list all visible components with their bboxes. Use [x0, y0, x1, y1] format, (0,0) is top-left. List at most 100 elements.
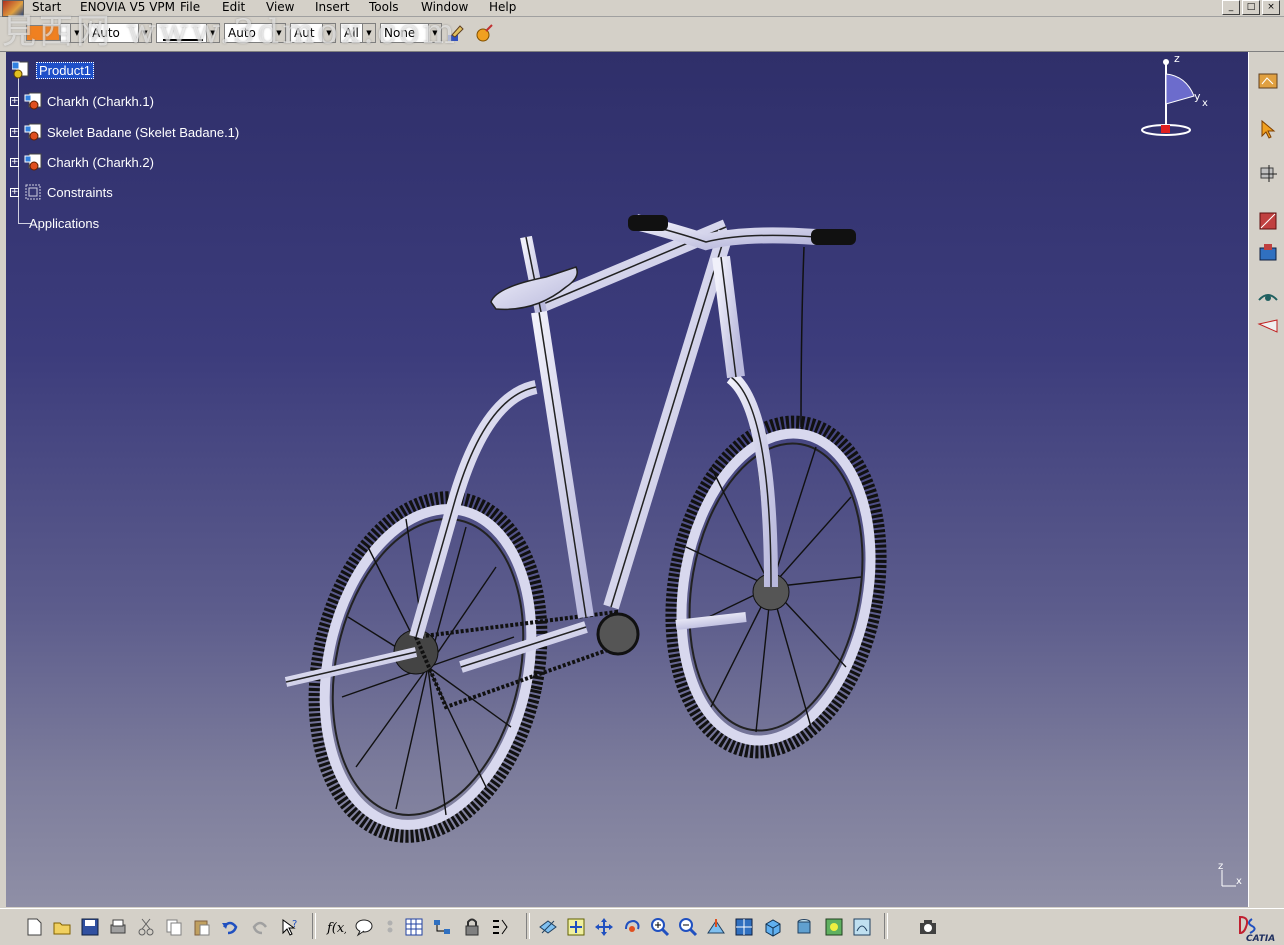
point-symbol-combo[interactable]: All ▼ [340, 23, 376, 43]
expand-icon[interactable]: + [10, 96, 19, 106]
compass-y-label: y [1194, 90, 1201, 103]
formula-icon[interactable]: f(x) [326, 917, 346, 937]
axis-indicator-icon: z x [1218, 861, 1242, 887]
tree-node-charkh-1[interactable]: + Charkh (Charkh.1) [10, 91, 154, 111]
expand-icon[interactable]: + [10, 187, 19, 197]
svg-text:?: ? [292, 919, 297, 930]
fit-all-icon[interactable] [566, 917, 586, 937]
line-type-combo[interactable]: ▼ [156, 23, 220, 43]
shading-icon[interactable] [794, 917, 814, 937]
cut-icon[interactable] [136, 917, 156, 937]
menu-help[interactable]: Help [489, 0, 516, 16]
compass-z-label: z [1174, 54, 1180, 65]
graphic-properties-icon[interactable] [474, 23, 494, 43]
menu-file[interactable]: File [180, 0, 200, 16]
minimize-button[interactable]: _ [1222, 0, 1240, 15]
normal-view-icon[interactable] [706, 917, 726, 937]
part-instance-icon [24, 92, 42, 110]
mini-axis-x-label: x [1236, 876, 1242, 887]
sensor-icon[interactable] [380, 917, 400, 937]
layer-combo[interactable]: None ▼ [380, 23, 442, 43]
toolbar-separator [526, 913, 530, 939]
product-structure-icon[interactable] [1257, 70, 1279, 92]
tree-node-charkh-2[interactable]: + Charkh (Charkh.2) [10, 152, 154, 172]
expand-icon[interactable]: + [10, 127, 19, 137]
hide-show-icon[interactable] [824, 917, 844, 937]
menu-enovia[interactable]: ENOVIA V5 VPM [80, 0, 175, 16]
tree-label[interactable]: Charkh (Charkh.1) [47, 94, 154, 109]
tree-label[interactable]: Constraints [47, 185, 113, 200]
comment-icon[interactable] [354, 917, 374, 937]
table-icon[interactable] [404, 917, 424, 937]
catia-logo-text: CATIA [1246, 934, 1275, 943]
open-folder-icon[interactable] [52, 917, 72, 937]
zoom-out-icon[interactable] [678, 917, 698, 937]
chevron-down-icon: ▼ [138, 24, 151, 42]
bicycle-3d-model[interactable] [256, 147, 896, 847]
menu-start[interactable]: Start [32, 0, 61, 16]
iso-view-icon[interactable] [762, 917, 782, 937]
tree-label[interactable]: Charkh (Charkh.2) [47, 155, 154, 170]
lock-icon[interactable] [462, 917, 482, 937]
line-sample [163, 39, 203, 41]
menu-insert[interactable]: Insert [315, 0, 349, 16]
tree-structure-icon[interactable] [432, 917, 452, 937]
tree-label[interactable]: Applications [29, 216, 99, 231]
compass-icon[interactable]: z y x [1136, 54, 1226, 142]
line-thickness-combo[interactable]: Auto ▼ [224, 23, 286, 43]
explode-icon[interactable] [1257, 242, 1279, 264]
menu-view[interactable]: View [266, 0, 294, 16]
snap-icon[interactable] [1257, 210, 1279, 232]
new-file-icon[interactable] [24, 917, 44, 937]
mini-axis-z-label: z [1218, 861, 1223, 872]
copy-icon[interactable] [164, 917, 184, 937]
multi-view-icon[interactable] [734, 917, 754, 937]
fill-color-dropdown[interactable]: ▼ [60, 23, 84, 43]
zoom-in-icon[interactable] [650, 917, 670, 937]
menu-tools[interactable]: Tools [369, 0, 399, 16]
menu-window[interactable]: Window [421, 0, 468, 16]
save-icon[interactable] [80, 917, 100, 937]
chevron-down-icon: ▼ [428, 24, 441, 42]
right-toolbar [1248, 52, 1284, 907]
select-arrow-icon[interactable] [1257, 118, 1279, 140]
tree-node-product1[interactable]: Product1 [12, 60, 95, 80]
pan-icon[interactable] [594, 917, 614, 937]
rotate-icon[interactable] [622, 917, 642, 937]
compass-x-label: x [1202, 98, 1208, 109]
redo-icon[interactable] [250, 917, 270, 937]
undo-icon[interactable] [220, 917, 240, 937]
linetype-combo[interactable]: Aut ▼ [290, 23, 336, 43]
tree-node-constraints[interactable]: + Constraints [10, 182, 113, 202]
expand-icon[interactable]: + [10, 157, 19, 167]
tree-node-applications[interactable]: Applications [29, 213, 99, 233]
catia-app-icon[interactable] [2, 0, 24, 17]
print-icon[interactable] [108, 917, 128, 937]
tree-label[interactable]: Skelet Badane (Skelet Badane.1) [47, 125, 239, 140]
constraints-icon [25, 184, 41, 200]
paste-icon[interactable] [192, 917, 212, 937]
fill-color-swatch[interactable] [26, 25, 60, 41]
part-instance-icon [24, 153, 42, 171]
sectioning-icon[interactable] [1257, 314, 1279, 336]
chevron-down-icon: ▼ [272, 24, 285, 42]
chainring [596, 612, 640, 656]
manipulation-icon[interactable] [1257, 162, 1279, 184]
fly-mode-icon[interactable] [538, 917, 558, 937]
3d-viewport[interactable]: Product1 + Charkh (Charkh.1) + Skelet Ba… [6, 52, 1248, 907]
law-editor-icon[interactable] [490, 917, 510, 937]
chevron-down-icon: ▼ [206, 24, 219, 42]
capture-camera-icon[interactable] [918, 917, 938, 937]
menu-edit[interactable]: Edit [222, 0, 245, 16]
painter-icon[interactable] [446, 23, 466, 43]
close-button[interactable]: × [1262, 0, 1280, 15]
tree-label-root[interactable]: Product1 [36, 61, 95, 79]
whats-this-icon[interactable]: ? [280, 917, 300, 937]
tree-node-skelet-badane[interactable]: + Skelet Badane (Skelet Badane.1) [10, 122, 239, 142]
measure-icon[interactable] [1257, 288, 1279, 310]
swap-visible-space-icon[interactable] [852, 917, 872, 937]
toolbar-separator [884, 913, 888, 939]
transparency-combo[interactable]: Auto ▼ [88, 23, 152, 43]
restore-button[interactable]: □ [1242, 0, 1260, 15]
chevron-down-icon: ▼ [70, 24, 83, 42]
